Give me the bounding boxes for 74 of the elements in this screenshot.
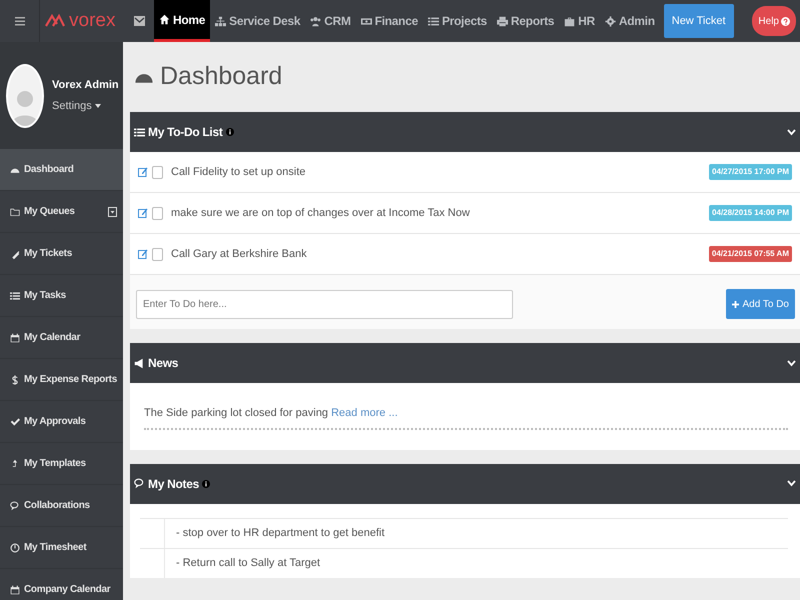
chevron-down-icon	[787, 128, 796, 136]
avatar	[6, 64, 44, 128]
calendar-icon	[10, 584, 20, 594]
todo-text: make sure we are on top of changes over at Income Tax Now	[171, 206, 470, 221]
info-icon	[226, 128, 234, 136]
nav-tab[interactable]: CRM	[305, 0, 356, 42]
chevron-down-icon	[787, 480, 796, 487]
due-date-badge: 04/28/2015 14:00 PM	[709, 205, 792, 221]
nav-tab[interactable]: Finance	[356, 0, 423, 42]
megaphone-icon	[134, 358, 145, 368]
calendar-icon	[10, 332, 20, 342]
sidebar-item[interactable]: My Timesheet	[0, 527, 123, 569]
sidebar-item[interactable]: My Templates	[0, 443, 123, 485]
panel-title: News	[148, 355, 178, 372]
panel-title: My To-Do List	[148, 124, 223, 141]
note-text: - Return call to Sally at Target	[176, 556, 320, 571]
house-icon	[159, 14, 170, 25]
checkmark-icon	[10, 416, 20, 426]
sidebar-item[interactable]: My Calendar	[0, 317, 123, 359]
todo-text: Call Fidelity to set up onsite	[171, 164, 306, 180]
nav-tab[interactable]: Service Desk	[210, 0, 306, 42]
nav-tab[interactable]: Admin	[600, 0, 660, 42]
panel-title: My Notes	[148, 476, 199, 492]
nav-tab[interactable]: Projects	[422, 0, 492, 42]
logo-text: vorex	[69, 8, 116, 33]
list-icon	[10, 290, 20, 300]
briefcase-icon	[564, 16, 576, 26]
note-text: - stop over to HR department to get benefit	[176, 526, 385, 541]
user-name: Vorex Admin	[52, 78, 119, 93]
edit-icon	[138, 208, 148, 218]
settings-icon	[604, 16, 616, 26]
sidebar-item[interactable]: Dashboard	[0, 149, 123, 191]
help-icon	[781, 16, 790, 26]
news-item: The Side parking lot closed for paving Read more ...	[144, 405, 788, 430]
nav-tab[interactable]: HR	[559, 0, 600, 42]
sitemap-icon	[215, 16, 226, 26]
settings-dropdown[interactable]: Settings	[52, 98, 101, 114]
dollar-icon	[10, 374, 20, 384]
edit-icon	[138, 167, 148, 177]
sidebar-item[interactable]: My Tasks	[0, 275, 123, 317]
due-date-badge: 04/21/2015 07:55 AM	[708, 246, 792, 262]
due-date-badge: 04/27/2015 17:00 PM	[709, 164, 792, 180]
printer-icon	[496, 16, 508, 26]
checkbox[interactable]	[152, 166, 163, 178]
people-icon	[310, 16, 322, 26]
speech-bubble-icon	[134, 478, 145, 489]
speech-bubble-icon	[10, 500, 20, 510]
sidebar-item[interactable]: Company Calendar	[0, 569, 123, 600]
caret-icon	[94, 104, 101, 108]
expand-icon	[108, 206, 117, 216]
plus-icon	[732, 300, 740, 308]
page-title: Dashboard	[160, 61, 282, 92]
list-icon	[428, 16, 439, 26]
arrow-up-icon	[10, 458, 20, 468]
edit-icon	[138, 249, 148, 259]
banknote-icon	[360, 16, 372, 26]
list-icon	[134, 126, 145, 138]
mail-icon	[134, 16, 144, 26]
chevron-down-icon	[787, 360, 796, 366]
nav-tab[interactable]: Reports	[492, 0, 560, 42]
sidebar-item[interactable]: My Approvals	[0, 401, 123, 443]
sidebar-item[interactable]: Collaborations	[0, 485, 123, 527]
sidebar-item[interactable]: My Queues	[0, 191, 123, 233]
folder-icon	[10, 206, 20, 216]
help-button[interactable]: Help	[752, 6, 796, 36]
sidebar-item[interactable]: My Tickets	[0, 233, 123, 275]
nav-tab[interactable]: Home	[154, 0, 210, 42]
todo-input-field[interactable]: Enter To Do here...	[136, 290, 513, 318]
menu-icon	[14, 16, 24, 26]
todo-text: Call Gary at Berkshire Bank	[171, 246, 307, 262]
checkbox[interactable]	[152, 206, 163, 220]
sidebar-item[interactable]: My Expense Reports	[0, 359, 123, 401]
info-icon	[202, 480, 210, 488]
checkbox[interactable]	[152, 248, 163, 260]
